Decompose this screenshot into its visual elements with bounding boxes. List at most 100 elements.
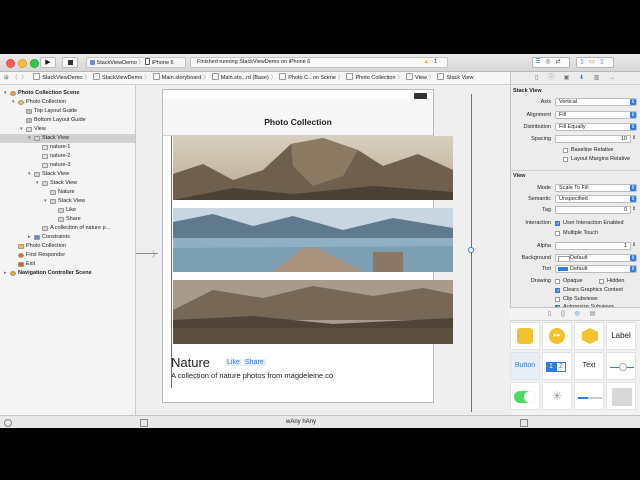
disclosure-triangle-icon[interactable]: ▸: [28, 233, 33, 242]
disclosure-triangle-icon[interactable]: ▾: [4, 89, 9, 98]
outline-item[interactable]: ▸ Constraints: [0, 233, 135, 242]
disclosure-triangle-icon[interactable]: ▾: [36, 179, 41, 188]
version-editor-icon[interactable]: ⇄: [553, 58, 563, 67]
library-view-toggle-icon[interactable]: [520, 419, 528, 427]
library-cell-progress-view[interactable]: [574, 382, 604, 410]
editor-mode-control[interactable]: ☰ ◎ ⇄: [532, 57, 570, 68]
stop-button[interactable]: [62, 57, 78, 68]
margins-checkbox[interactable]: [563, 157, 568, 162]
file-inspector-icon[interactable]: ▯: [535, 75, 538, 81]
outline-item[interactable]: Like: [0, 206, 135, 215]
code-snippet-icon[interactable]: {}: [561, 311, 565, 317]
identity-inspector-icon[interactable]: ▣: [564, 75, 570, 81]
library-cell-media-player[interactable]: ▸▸: [542, 322, 572, 350]
standard-editor-icon[interactable]: ☰: [533, 58, 543, 67]
size-inspector-icon[interactable]: ▥: [594, 75, 600, 81]
disclosure-triangle-icon[interactable]: ▾: [28, 170, 33, 179]
breadcrumb-item[interactable]: Photo C...on Scene: [276, 72, 336, 84]
outline-item[interactable]: ▾ Stack View: [0, 134, 135, 143]
outline-item[interactable]: First Responder: [0, 251, 135, 260]
outline-item[interactable]: ▾ Stack View: [0, 197, 135, 206]
spacing-field[interactable]: 10: [555, 135, 631, 143]
storyboard-canvas[interactable]: 〉 Photo Collection Nature Like Share A c…: [136, 85, 510, 415]
tag-field[interactable]: 0: [555, 206, 631, 214]
library-cell-switch[interactable]: [510, 382, 540, 410]
outline-item[interactable]: Share: [0, 215, 135, 224]
disclosure-triangle-icon[interactable]: ▾: [44, 197, 49, 206]
outline-item[interactable]: ▾ Photo Collection Scene: [0, 89, 135, 98]
breadcrumb-item[interactable]: Main.storyboard: [150, 72, 201, 84]
constraint-handle[interactable]: [468, 247, 474, 253]
disclosure-triangle-icon[interactable]: ▾: [28, 134, 33, 143]
outline-item[interactable]: ▾ View: [0, 125, 135, 134]
distribution-popup[interactable]: Fill Equally ⇕: [555, 123, 637, 131]
breadcrumb-item[interactable]: StackViewDemo: [90, 72, 142, 84]
back-arrow-icon[interactable]: 〈: [12, 72, 18, 84]
semantic-popup[interactable]: Unspecified ⇕: [555, 195, 637, 203]
disclosure-triangle-icon[interactable]: ▾: [12, 98, 17, 107]
attributes-inspector-icon[interactable]: ⬇: [579, 75, 584, 81]
breadcrumb-item[interactable]: StackViewDemo: [30, 72, 82, 84]
debug-toggle-icon[interactable]: ▭: [587, 58, 597, 67]
user-interaction-checkbox[interactable]: ✓: [555, 221, 560, 227]
nature-2-image[interactable]: [173, 208, 453, 272]
iphone-scene[interactable]: Photo Collection Nature Like Share A col…: [162, 89, 453, 403]
scheme-selector[interactable]: StackViewDemo 〉 iPhone 6: [86, 57, 186, 68]
size-class-control[interactable]: wAny hAny: [286, 416, 316, 428]
outline-item[interactable]: Bottom Layout Guide: [0, 116, 135, 125]
outline-item[interactable]: ▸ Navigation Controller Scene: [0, 269, 135, 278]
outline-item[interactable]: Nature: [0, 188, 135, 197]
assistant-editor-icon[interactable]: ◎: [543, 58, 553, 67]
hidden-checkbox[interactable]: [599, 279, 604, 284]
disclosure-triangle-icon[interactable]: ▾: [20, 125, 25, 134]
connections-inspector-icon[interactable]: →: [609, 75, 615, 81]
library-cell-button[interactable]: Button: [510, 352, 540, 380]
utilities-toggle-icon[interactable]: ▯: [597, 58, 607, 67]
outline-item[interactable]: ▾ Stack View: [0, 170, 135, 179]
spacing-stepper[interactable]: ⇕: [632, 135, 636, 141]
multiple-touch-checkbox[interactable]: [555, 231, 560, 236]
outline-item[interactable]: Top Layout Guide: [0, 107, 135, 116]
library-cell-label[interactable]: Label: [606, 322, 636, 350]
nature-3-image[interactable]: [173, 280, 453, 344]
outline-item[interactable]: Photo Collection: [0, 242, 135, 251]
library-cell-page-control[interactable]: [606, 382, 636, 410]
breadcrumb-item[interactable]: Photo Collection: [343, 72, 396, 84]
library-cell-object[interactable]: [574, 322, 604, 350]
related-items-icon[interactable]: ⊞: [4, 72, 9, 84]
caption-label[interactable]: A collection of nature photos from magde…: [171, 371, 333, 380]
alignment-popup[interactable]: Fill ⇕: [555, 111, 637, 119]
media-library-icon[interactable]: ▤: [590, 311, 596, 317]
baseline-checkbox[interactable]: [563, 148, 568, 153]
outline-item[interactable]: nature-1: [0, 143, 135, 152]
library-cell-text-field[interactable]: Text: [574, 352, 604, 380]
share-label[interactable]: Share: [243, 359, 266, 366]
outline-item[interactable]: Exit: [0, 260, 135, 269]
tag-stepper[interactable]: ⇕: [632, 206, 636, 212]
library-cell-activity-indicator[interactable]: ✳: [542, 382, 572, 410]
outline-item[interactable]: nature-2: [0, 152, 135, 161]
outline-toggle-icon[interactable]: [140, 419, 148, 427]
nature-heading[interactable]: Nature: [171, 355, 210, 370]
outline-item[interactable]: ▾ Photo Collection: [0, 98, 135, 107]
axis-popup[interactable]: Vertical ⇕: [555, 98, 637, 106]
alpha-field[interactable]: 1: [555, 242, 631, 250]
breadcrumb-item[interactable]: Main.sto...rd (Base): [209, 72, 269, 84]
background-popup[interactable]: Default ⇕: [555, 254, 637, 262]
forward-arrow-icon[interactable]: 〉: [21, 72, 27, 84]
library-cell-segmented-control[interactable]: 1 2: [542, 352, 572, 380]
tint-popup[interactable]: Default ⇕: [555, 265, 637, 273]
view-toggle-control[interactable]: ▯ ▭ ▯: [576, 57, 614, 68]
breadcrumb-item[interactable]: View: [403, 72, 427, 84]
warning-icon[interactable]: ▲: [424, 58, 429, 67]
object-library-icon[interactable]: ◎: [575, 311, 580, 317]
zoom-window-button[interactable]: [30, 59, 39, 68]
outline-item[interactable]: ▾ Stack View: [0, 179, 135, 188]
library-cell-slider[interactable]: [606, 352, 636, 380]
nature-1-image[interactable]: [173, 136, 453, 200]
alpha-stepper[interactable]: ⇕: [632, 242, 636, 248]
opaque-checkbox[interactable]: [555, 279, 560, 284]
run-button[interactable]: ▶: [40, 57, 56, 68]
outline-item[interactable]: A collection of nature p...: [0, 224, 135, 233]
height-constraint[interactable]: [471, 94, 472, 412]
